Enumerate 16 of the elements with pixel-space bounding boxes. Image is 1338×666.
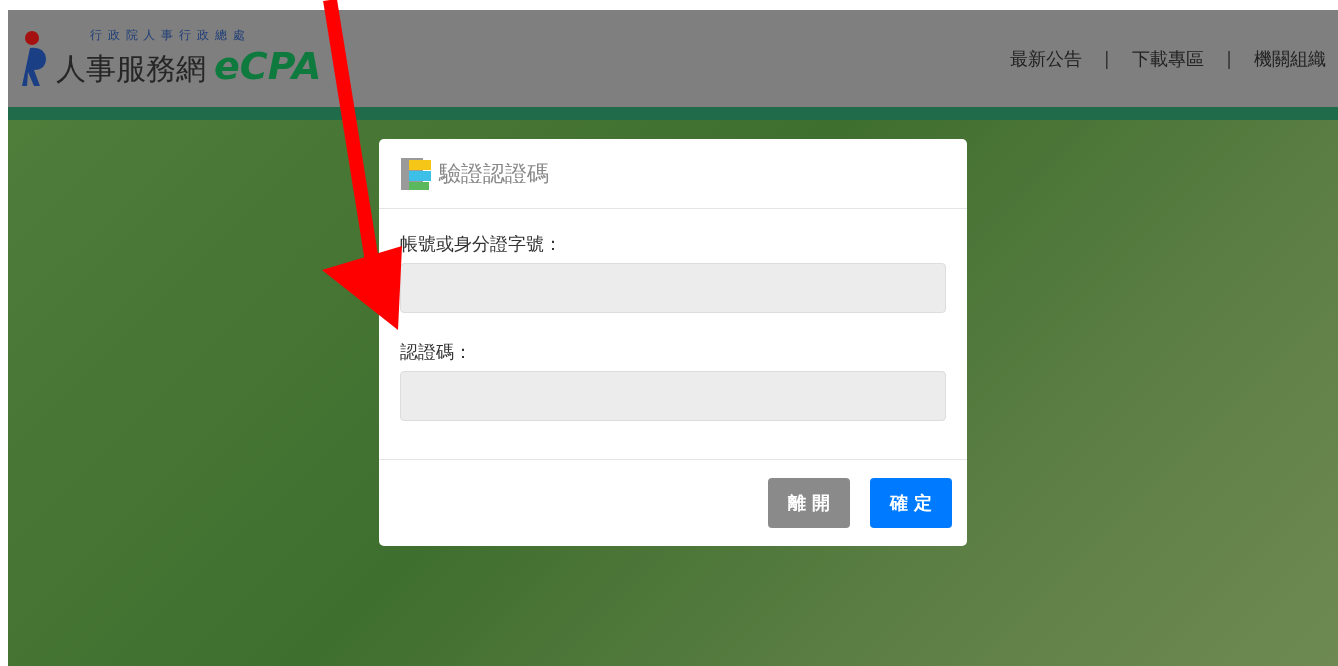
nav-separator: | [1225,48,1232,69]
input-field[interactable] [400,371,946,421]
logo-title: 人事服務網 [56,50,206,88]
logo-brand: eCPA [214,44,322,88]
nav-link[interactable]: 機關組織 [1254,46,1326,71]
field-label: 帳號或身分證字號： [400,233,563,255]
dialog-title: 驗證認證碼 [439,159,549,188]
input-field[interactable] [400,263,946,313]
file-cabinet-icon [399,155,433,192]
leave-button[interactable]: 離 開 [768,478,850,528]
nav-link[interactable]: 最新公告 [1009,46,1082,71]
confirm-button[interactable]: 確 定 [870,478,952,528]
nav-separator: | [1103,48,1110,69]
field-label: 認證碼： [400,341,473,363]
nav-link[interactable]: 下載專區 [1131,46,1204,71]
logo-subtitle: 行 政 院 人 事 行 政 總 處 [90,27,247,44]
